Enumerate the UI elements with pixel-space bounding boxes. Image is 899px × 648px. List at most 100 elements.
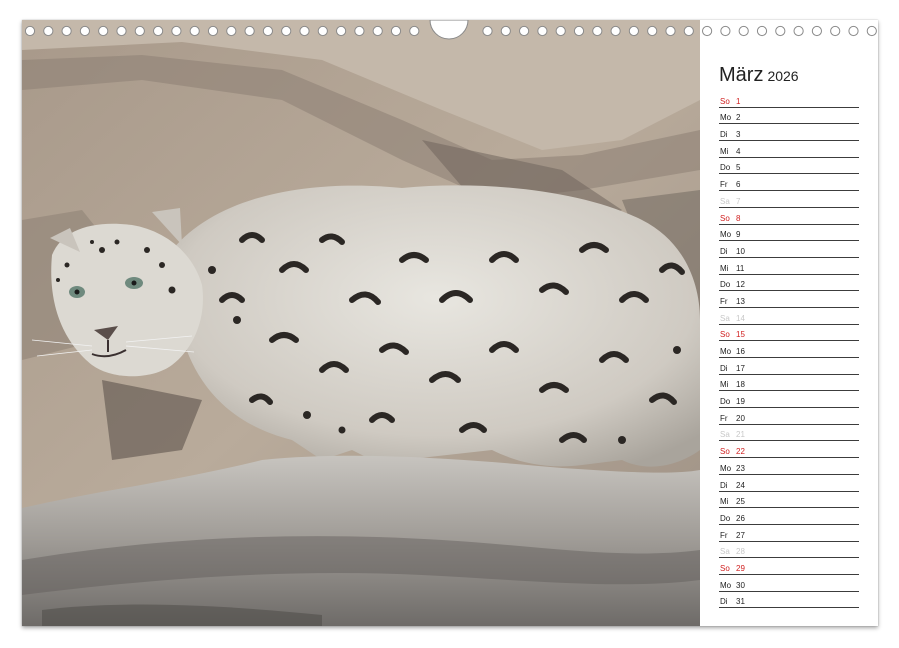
day-number: 10 bbox=[736, 246, 745, 256]
weekday-label: Sa bbox=[720, 430, 730, 440]
day-number: 13 bbox=[736, 296, 745, 306]
weekday-label: Mi bbox=[720, 263, 729, 273]
weekday-label: Mi bbox=[720, 497, 729, 507]
day-row: So 15 bbox=[719, 325, 859, 342]
day-number: 15 bbox=[736, 330, 745, 340]
weekday-label: Fr bbox=[720, 180, 728, 190]
day-row: Fr 13 bbox=[719, 291, 859, 308]
day-number: 17 bbox=[736, 363, 745, 373]
binding-hole bbox=[61, 25, 72, 37]
binding-hole bbox=[500, 25, 511, 37]
day-row: Do 19 bbox=[719, 391, 859, 409]
weekday-label: Mo bbox=[720, 463, 732, 473]
day-row: Sa 14 bbox=[719, 308, 859, 325]
binding-hole bbox=[244, 25, 255, 37]
day-row: Mi 18 bbox=[719, 375, 859, 392]
day-number: 16 bbox=[736, 347, 745, 356]
binding-hole bbox=[702, 25, 713, 37]
day-row: Di 24 bbox=[719, 475, 859, 492]
day-row: Mi 4 bbox=[719, 141, 859, 158]
binding-hole bbox=[226, 25, 237, 37]
day-row: Sa 7 bbox=[719, 191, 859, 208]
binding-hole bbox=[390, 25, 402, 37]
binding-hole bbox=[720, 25, 731, 37]
day-number: 7 bbox=[736, 196, 741, 206]
weekday-label: So bbox=[720, 563, 730, 573]
day-row: Fr 27 bbox=[719, 525, 859, 542]
binding-hole bbox=[592, 25, 603, 37]
weekday-label: Sa bbox=[720, 196, 730, 206]
day-number: 19 bbox=[736, 397, 745, 407]
weekday-label: Di bbox=[720, 480, 728, 490]
day-number: 29 bbox=[736, 563, 745, 573]
weekday-label: Sa bbox=[720, 547, 730, 557]
day-number: 22 bbox=[736, 447, 745, 457]
binding-hole bbox=[153, 25, 164, 37]
day-row: Mo 30 bbox=[719, 575, 859, 592]
day-number: 11 bbox=[736, 263, 745, 273]
day-row: So 8 bbox=[719, 208, 859, 225]
day-number: 5 bbox=[736, 163, 741, 173]
binding-hole bbox=[171, 25, 182, 37]
day-number: 27 bbox=[736, 530, 745, 540]
binding-hole bbox=[537, 25, 548, 37]
weekday-label: Di bbox=[720, 597, 728, 607]
binding-hole bbox=[336, 25, 347, 37]
binding-hole bbox=[482, 25, 493, 37]
day-row: Do 5 bbox=[719, 158, 859, 175]
day-row: So 22 bbox=[719, 441, 859, 459]
weekday-label: Do bbox=[720, 280, 731, 290]
binding-hole bbox=[116, 25, 127, 37]
weekday-label: Do bbox=[720, 513, 731, 523]
day-row: Di 17 bbox=[719, 358, 859, 375]
weekday-label: So bbox=[720, 447, 730, 457]
day-number: 8 bbox=[736, 213, 741, 223]
binding-hole bbox=[299, 25, 310, 37]
day-row: Fr 6 bbox=[719, 174, 859, 192]
binding-hole bbox=[756, 25, 768, 37]
binding-hole bbox=[262, 25, 273, 37]
binding-hole bbox=[189, 25, 200, 37]
day-number: 26 bbox=[736, 513, 745, 523]
weekday-label: Mo bbox=[720, 230, 732, 240]
spiral-binding-holes bbox=[24, 20, 877, 40]
weekday-label: So bbox=[720, 96, 730, 106]
weekday-label: Sa bbox=[720, 313, 730, 323]
binding-hole bbox=[573, 25, 585, 37]
day-row: Di 3 bbox=[719, 124, 859, 142]
binding-hole bbox=[372, 25, 383, 37]
binding-hole bbox=[281, 25, 292, 37]
day-number: 25 bbox=[736, 497, 745, 507]
day-number: 28 bbox=[736, 547, 745, 557]
binding-hole bbox=[409, 25, 420, 37]
binding-hole bbox=[207, 25, 219, 37]
day-row: Do 12 bbox=[719, 275, 859, 292]
weekday-label: Fr bbox=[720, 413, 728, 423]
binding-hole bbox=[665, 25, 676, 37]
binding-hole bbox=[610, 25, 621, 37]
binding-hole bbox=[647, 25, 658, 37]
hanger-notch bbox=[429, 20, 469, 40]
day-row: Mi 25 bbox=[719, 492, 859, 509]
binding-hole bbox=[848, 25, 859, 37]
day-number: 3 bbox=[736, 130, 741, 140]
binding-hole bbox=[79, 25, 91, 37]
day-number: 31 bbox=[736, 597, 745, 607]
day-row: Mi 11 bbox=[719, 258, 859, 275]
day-row: So 1 bbox=[719, 91, 859, 108]
binding-hole bbox=[830, 25, 841, 37]
calendar-panel: März 2026 So 1 Mo 2 Di 3 Mi 4 Do 5 Fr 6 Sa 7 So 8 Mo 9 Di 10… bbox=[700, 20, 878, 626]
weekday-label: Mo bbox=[720, 347, 732, 356]
day-number: 6 bbox=[736, 180, 741, 190]
binding-hole bbox=[683, 25, 694, 37]
day-number: 14 bbox=[736, 313, 745, 323]
day-number: 21 bbox=[736, 430, 745, 440]
day-number: 20 bbox=[736, 413, 745, 423]
day-row: Mo 23 bbox=[719, 458, 859, 475]
day-number: 4 bbox=[736, 146, 741, 156]
day-row: Sa 21 bbox=[719, 425, 859, 442]
day-number: 24 bbox=[736, 480, 745, 490]
day-number: 18 bbox=[736, 380, 745, 390]
weekday-label: So bbox=[720, 213, 730, 223]
binding-hole bbox=[811, 25, 823, 37]
